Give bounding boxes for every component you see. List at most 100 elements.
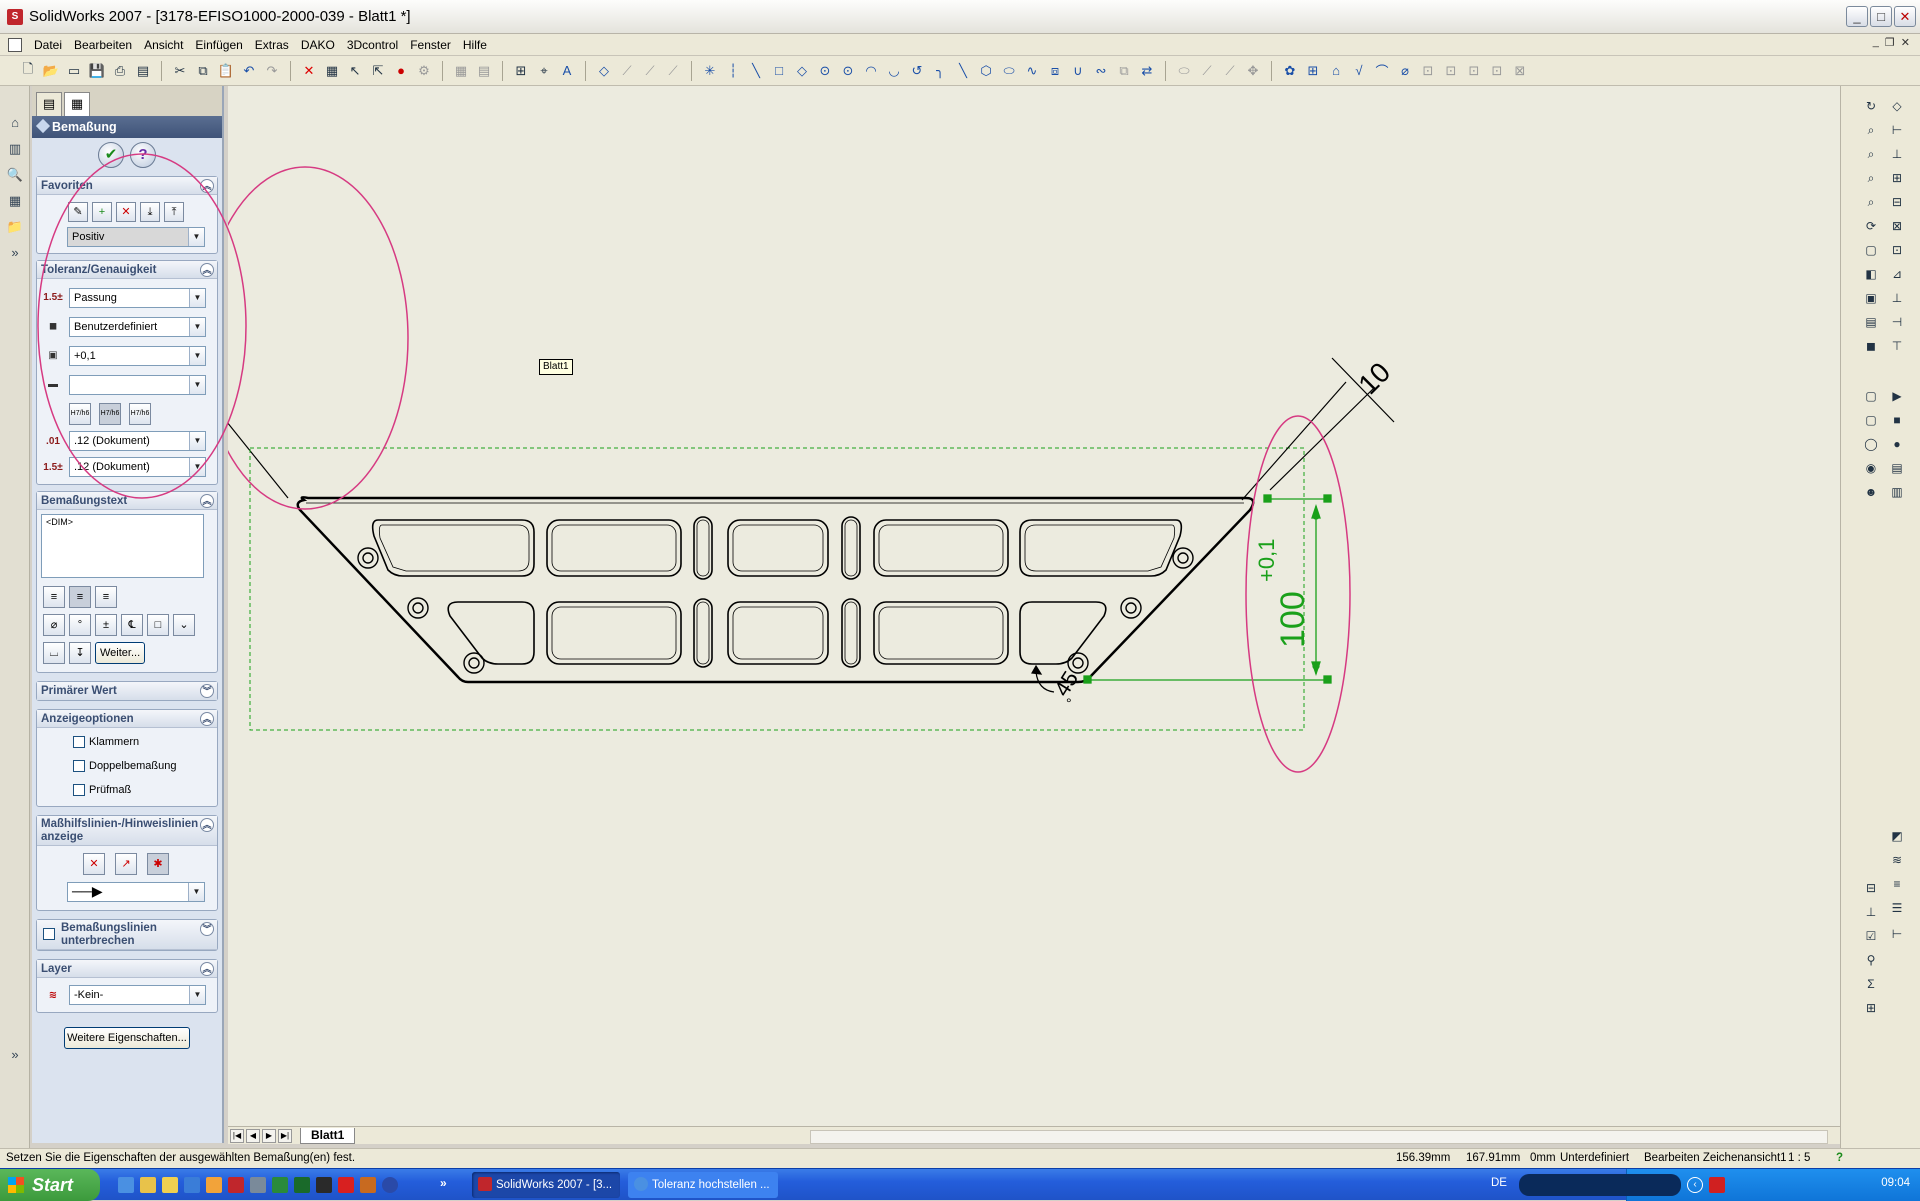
zoom-in-out-icon[interactable]: ⌕ (1861, 168, 1881, 188)
dim-baseline-icon[interactable]: ⊞ (1887, 168, 1907, 188)
pattern-icon[interactable]: ✥ (1243, 61, 1263, 81)
solidworks-app-icon[interactable]: S (7, 8, 23, 25)
line-icon[interactable]: ╲ (746, 61, 766, 81)
sum-tool-icon[interactable]: Σ (1861, 974, 1881, 994)
quicklaunch-app4-icon[interactable] (316, 1177, 332, 1193)
macro-icon[interactable]: ▤ (1887, 458, 1907, 478)
align-left-icon[interactable]: ≡ (43, 586, 65, 608)
anzeigeoptionen-header[interactable]: Anzeigeoptionen ︽ (37, 710, 217, 728)
drawing-canvas[interactable]: 45 ° 10 100 +0,1 Blatt1 (197, 86, 1840, 1126)
quicklaunch-app1-icon[interactable] (206, 1177, 222, 1193)
check-tool-icon[interactable]: ☑ (1861, 926, 1881, 946)
delete-icon[interactable]: ✕ (299, 61, 319, 81)
dimension-icon[interactable]: ⌖ (534, 61, 554, 81)
start-button[interactable]: Start (0, 1169, 100, 1201)
tray-expand-icon[interactable]: ‹ (1687, 1177, 1703, 1193)
quicklaunch-ie-icon[interactable] (118, 1177, 134, 1193)
status-help-icon[interactable]: ? (1836, 1149, 1843, 1167)
more-properties-button[interactable]: Weitere Eigenschaften... (64, 1027, 190, 1049)
tray-app-icon[interactable] (1709, 1177, 1725, 1193)
smart-dimension-icon[interactable]: ◇ (594, 61, 614, 81)
checkbox-box[interactable] (73, 760, 85, 772)
next-sheet-icon[interactable]: ▶ (262, 1128, 276, 1143)
sketch-icon[interactable]: ⟋ (617, 61, 637, 81)
undo-icon[interactable]: ↶ (239, 61, 259, 81)
horizontal-scrollbar[interactable] (810, 1130, 1828, 1144)
quicklaunch-browser-icon[interactable] (184, 1177, 200, 1193)
minimize-button[interactable]: _ (1846, 6, 1868, 27)
mdi-restore-icon[interactable]: ❐ (1885, 36, 1895, 49)
dimension-tolerance-text[interactable]: +0,1 (1254, 539, 1279, 582)
menu-dako[interactable]: DAKO (295, 35, 341, 55)
misc3-icon[interactable]: ⊡ (1464, 61, 1484, 81)
unterbrechen-header[interactable]: Bemaßungslinien unterbrechen ︾ (37, 920, 217, 950)
quicklaunch-acrobat-icon[interactable] (338, 1177, 354, 1193)
chamfer-icon[interactable]: ╲ (953, 61, 973, 81)
language-indicator[interactable]: DE (1491, 1177, 1507, 1189)
library-icon[interactable]: ▥ (6, 140, 24, 158)
rectangle-icon[interactable]: □ (769, 61, 789, 81)
save-icon[interactable]: 💾 (87, 61, 107, 81)
view-cube-icon[interactable]: ◼ (1861, 336, 1881, 356)
prev-sheet-icon[interactable]: ◀ (246, 1128, 260, 1143)
klammern-checkbox[interactable]: Klammern (37, 730, 217, 754)
mirror-icon[interactable]: ⇄ (1137, 61, 1157, 81)
trim-icon[interactable]: ⟋ (1197, 61, 1217, 81)
dim-horizontal-icon[interactable]: ⊢ (1887, 120, 1907, 140)
menu-extras[interactable]: Extras (249, 35, 295, 55)
close-button[interactable]: ✕ (1894, 6, 1916, 27)
hole-callout-icon[interactable]: ⌀ (1395, 61, 1415, 81)
dim-auto-icon[interactable]: ⊡ (1887, 240, 1907, 260)
view-box-icon[interactable]: ▢ (1861, 240, 1881, 260)
quicklaunch-more-icon[interactable]: » (440, 1176, 447, 1190)
dim-smart-icon[interactable]: ◇ (1887, 96, 1907, 116)
primaer-header[interactable]: Primärer Wert ︾ (37, 682, 217, 700)
origin-tool-icon[interactable]: ⊢ (1887, 924, 1907, 944)
polygon2-icon[interactable]: ⬡ (976, 61, 996, 81)
leader-auto-icon[interactable]: ✱ (147, 853, 169, 875)
align-center-icon[interactable]: ≡ (69, 586, 91, 608)
expand-icon[interactable]: ︾ (200, 684, 214, 698)
balloon-icon[interactable]: ✿ (1280, 61, 1300, 81)
layer-icon[interactable]: ▤ (474, 61, 494, 81)
layer-select[interactable]: -Kein- ▼ (69, 985, 206, 1005)
ellipse-icon[interactable]: ⬭ (999, 61, 1019, 81)
assembly-icon[interactable]: ◩ (1887, 826, 1907, 846)
explorer-icon[interactable]: 🔍 (6, 166, 24, 184)
paste-icon[interactable]: 📋 (216, 61, 236, 81)
dim-misc-icon[interactable]: ⊣ (1887, 312, 1907, 332)
offset-icon[interactable]: ⧈ (1045, 61, 1065, 81)
dim-chamfer-icon[interactable]: ⊿ (1887, 264, 1907, 284)
options-icon[interactable]: ⚙ (414, 61, 434, 81)
misc-icon-5[interactable]: ☻ (1861, 482, 1881, 502)
drawing-svg[interactable]: 45 ° 10 100 +0,1 (197, 86, 1840, 1126)
menu-datei[interactable]: Datei (28, 35, 68, 55)
quicklaunch-solidworks-icon[interactable] (228, 1177, 244, 1193)
grid2-icon[interactable]: ⊞ (1303, 61, 1323, 81)
polygon-icon[interactable]: ◇ (792, 61, 812, 81)
degree-icon[interactable]: ° (69, 614, 91, 636)
weld-tool-icon[interactable]: ⚲ (1861, 950, 1881, 970)
view-orientation-icon[interactable]: ⊞ (511, 61, 531, 81)
print-preview-icon[interactable]: ▤ (133, 61, 153, 81)
quicklaunch-explorer-icon[interactable] (162, 1177, 178, 1193)
leader-break-icon[interactable]: ✕ (83, 853, 105, 875)
traffic-light-icon[interactable]: ● (391, 61, 411, 81)
collapse-icon[interactable]: ︽ (200, 818, 214, 832)
sheet-tab-blatt1[interactable]: Blatt1 (300, 1127, 356, 1144)
redo-icon[interactable]: ↷ (262, 61, 282, 81)
dim-align-icon[interactable]: ⊥ (1887, 288, 1907, 308)
quicklaunch-app2-icon[interactable] (250, 1177, 266, 1193)
circle-icon[interactable]: ⊙ (815, 61, 835, 81)
close-doc-icon[interactable]: ▭ (64, 61, 84, 81)
home-icon[interactable]: ⌂ (6, 114, 24, 132)
depth-icon[interactable]: ↧ (69, 642, 91, 664)
misc4-icon[interactable]: ⊡ (1487, 61, 1507, 81)
dim-extra-icon[interactable]: ⊤ (1887, 336, 1907, 356)
play-icon[interactable]: ▶ (1887, 386, 1907, 406)
datum-icon[interactable]: ⌂ (1326, 61, 1346, 81)
table-tool-icon[interactable]: ⊟ (1861, 878, 1881, 898)
view-palette-icon[interactable]: ▦ (6, 192, 24, 210)
collapse-icon[interactable]: ︽ (200, 712, 214, 726)
layer-header[interactable]: Layer ︽ (37, 960, 217, 978)
